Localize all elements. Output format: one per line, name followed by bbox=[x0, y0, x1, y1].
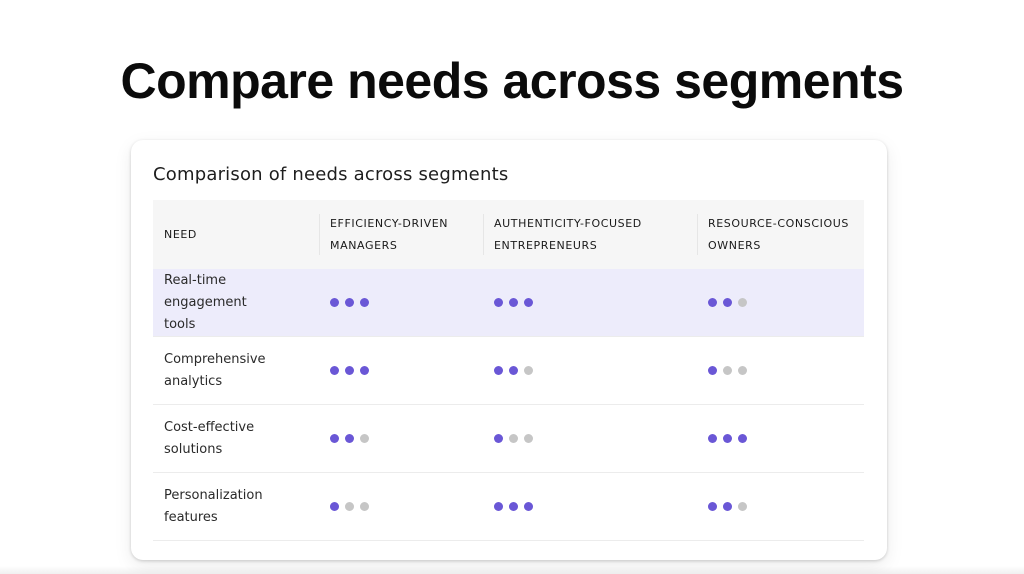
rating-dots bbox=[330, 366, 473, 375]
rating-dot-filled bbox=[708, 366, 717, 375]
rating-cell bbox=[483, 269, 697, 337]
rating-cell bbox=[319, 404, 483, 473]
header-label-line1: RESOURCE-CONSCIOUS bbox=[708, 216, 849, 230]
need-label-line1: Real-time engagement bbox=[164, 272, 247, 310]
rating-dot-empty bbox=[360, 502, 369, 511]
rating-dot-filled bbox=[360, 298, 369, 307]
rating-dot-filled bbox=[708, 502, 717, 511]
rating-dots bbox=[330, 434, 473, 443]
rating-cell bbox=[483, 404, 697, 473]
rating-dot-filled bbox=[345, 366, 354, 375]
rating-dot-filled bbox=[524, 502, 533, 511]
header-efficiency-driven-managers: EFFICIENCY-DRIVEN MANAGERS bbox=[319, 200, 483, 269]
rating-dot-empty bbox=[738, 502, 747, 511]
rating-dot-filled bbox=[524, 298, 533, 307]
header-label-line1: AUTHENTICITY-FOCUSED bbox=[494, 216, 642, 230]
rating-cell bbox=[697, 404, 864, 473]
rating-cell bbox=[483, 472, 697, 541]
rating-dot-filled bbox=[330, 434, 339, 443]
bottom-shadow bbox=[0, 566, 1024, 574]
rating-dot-filled bbox=[360, 366, 369, 375]
page-title: Compare needs across segments bbox=[120, 53, 904, 109]
rating-dots bbox=[494, 366, 687, 375]
rating-dots bbox=[708, 366, 854, 375]
need-label-line1: Personalization bbox=[164, 487, 263, 503]
rating-dot-filled bbox=[330, 366, 339, 375]
rating-cell bbox=[319, 336, 483, 405]
rating-cell bbox=[697, 336, 864, 405]
rating-dot-empty bbox=[723, 366, 732, 375]
rating-dot-filled bbox=[509, 502, 518, 511]
table-row[interactable]: Real-time engagement tools bbox=[153, 269, 864, 337]
rating-dot-filled bbox=[494, 502, 503, 511]
need-label-line1: Comprehensive bbox=[164, 351, 266, 367]
rating-dot-filled bbox=[708, 298, 717, 307]
need-label-line2: analytics bbox=[164, 373, 223, 389]
header-authenticity-focused-entrepreneurs: AUTHENTICITY-FOCUSED ENTREPRENEURS bbox=[483, 200, 697, 269]
rating-dot-filled bbox=[708, 434, 717, 443]
rating-dot-filled bbox=[509, 366, 518, 375]
header-label-line2: MANAGERS bbox=[330, 238, 398, 252]
comparison-table: NEED EFFICIENCY-DRIVEN MANAGERS AUTHENTI… bbox=[153, 200, 864, 541]
need-cell: Cost-effective solutions bbox=[153, 404, 319, 473]
need-label-line2: features bbox=[164, 509, 218, 525]
rating-cell bbox=[697, 269, 864, 337]
header-need-label: NEED bbox=[164, 227, 197, 241]
rating-dot-empty bbox=[738, 366, 747, 375]
slide: Compare needs across segments Comparison… bbox=[0, 0, 1024, 574]
rating-dot-filled bbox=[345, 434, 354, 443]
header-need: NEED bbox=[153, 200, 319, 269]
rating-dot-empty bbox=[345, 502, 354, 511]
rating-dot-empty bbox=[738, 298, 747, 307]
rating-dots bbox=[494, 298, 687, 307]
rating-dot-filled bbox=[494, 366, 503, 375]
table-row[interactable]: Personalization features bbox=[153, 472, 864, 541]
need-cell: Comprehensive analytics bbox=[153, 336, 319, 405]
rating-dots bbox=[494, 502, 687, 511]
need-label-line2: tools bbox=[164, 316, 196, 332]
need-cell: Real-time engagement tools bbox=[153, 269, 319, 337]
rating-dot-empty bbox=[360, 434, 369, 443]
need-label-line1: Cost-effective bbox=[164, 419, 255, 435]
rating-dot-empty bbox=[524, 366, 533, 375]
rating-cell bbox=[483, 336, 697, 405]
need-label-line2: solutions bbox=[164, 441, 223, 457]
table-header-row: NEED EFFICIENCY-DRIVEN MANAGERS AUTHENTI… bbox=[153, 200, 864, 269]
table-row[interactable]: Comprehensive analytics bbox=[153, 336, 864, 405]
comparison-card: Comparison of needs across segments NEED… bbox=[131, 140, 887, 560]
rating-cell bbox=[319, 472, 483, 541]
rating-dots bbox=[330, 298, 473, 307]
rating-dot-filled bbox=[723, 434, 732, 443]
rating-dots bbox=[330, 502, 473, 511]
rating-dot-empty bbox=[524, 434, 533, 443]
rating-dot-filled bbox=[345, 298, 354, 307]
rating-dot-empty bbox=[509, 434, 518, 443]
rating-dot-filled bbox=[330, 298, 339, 307]
table-row[interactable]: Cost-effective solutions bbox=[153, 404, 864, 473]
rating-cell bbox=[697, 472, 864, 541]
rating-dot-filled bbox=[509, 298, 518, 307]
rating-dot-filled bbox=[723, 502, 732, 511]
header-label-line2: OWNERS bbox=[708, 238, 761, 252]
rating-dots bbox=[708, 298, 854, 307]
table-body: Real-time engagement tools Comprehensive… bbox=[153, 269, 864, 541]
card-title: Comparison of needs across segments bbox=[153, 164, 509, 185]
rating-dot-filled bbox=[494, 434, 503, 443]
rating-dots bbox=[494, 434, 687, 443]
rating-dot-filled bbox=[723, 298, 732, 307]
rating-dots bbox=[708, 502, 854, 511]
rating-dot-filled bbox=[738, 434, 747, 443]
rating-dot-filled bbox=[494, 298, 503, 307]
rating-dot-filled bbox=[330, 502, 339, 511]
header-resource-conscious-owners: RESOURCE-CONSCIOUS OWNERS bbox=[697, 200, 864, 269]
rating-cell bbox=[319, 269, 483, 337]
rating-dots bbox=[708, 434, 854, 443]
need-cell: Personalization features bbox=[153, 472, 319, 541]
header-label-line2: ENTREPRENEURS bbox=[494, 238, 598, 252]
header-label-line1: EFFICIENCY-DRIVEN bbox=[330, 216, 449, 230]
